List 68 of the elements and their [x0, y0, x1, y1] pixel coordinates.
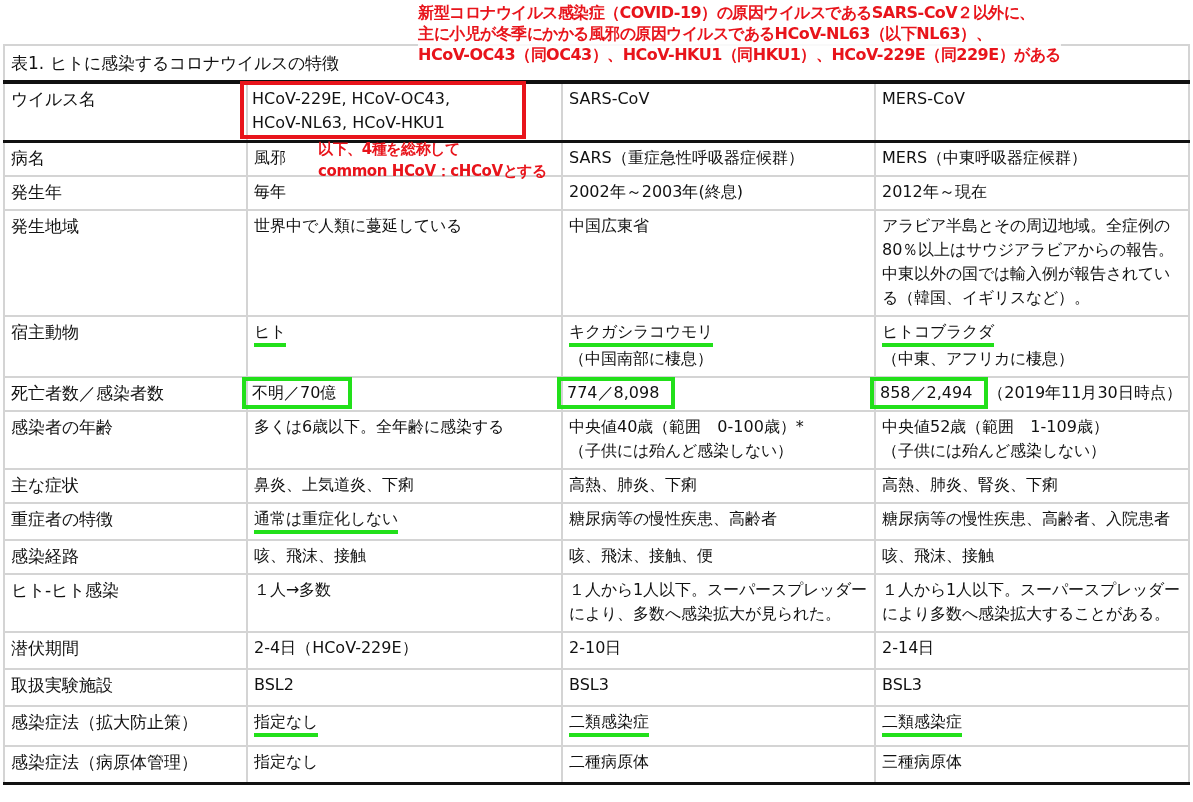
table-cell-text: BSL3	[882, 674, 922, 696]
table-cell-text: １人から1人以下。スーパースプレッダーにより多数へ感染拡大することがある。	[882, 579, 1182, 625]
table-caption: 表1. ヒトに感染するコロナウイルスの特徴	[11, 53, 339, 73]
row-header: 感染症法（拡大防止策）	[11, 712, 198, 732]
table-cell-text: 2-10日	[569, 637, 622, 659]
table-cell-text: 二種病原体	[569, 751, 649, 773]
table-cell-text: MERS（中東呼吸器症候群）	[882, 147, 1088, 169]
row-header: ヒト-ヒト感染	[11, 580, 120, 600]
boxed-text: 774／8,098	[557, 377, 676, 409]
table-cell-text: 指定なし	[254, 751, 318, 773]
table-cell-text: １人から1人以下。スーパースプレッダーにより、多数へ感染拡大が見られた。	[569, 579, 868, 625]
table-cell-text: 2-14日	[882, 637, 935, 659]
table-cell-text: BSL3	[569, 674, 609, 696]
table-cell-text: 毎年	[254, 181, 286, 203]
underlined-text: 二類感染症	[569, 711, 649, 737]
annotation-note: 新型コロナウイルス感染症（COVID-19）の原因ウイルスであるSARS-CoV２以外に、 主に小児が冬季にかかる風邪の原因ウイルスであるHCoV-NL63（以下NL63）、 HCoV-OC43（同OC43）、HCoV-HKU1（同HKU1）、HCoV-229E（同229E）がある	[418, 2, 1061, 65]
row-header: 宿主動物	[11, 322, 79, 342]
table-cell-text: 2012年～現在	[882, 181, 987, 203]
underlined-text: 二類感染症	[882, 711, 962, 737]
table-cell-text: 世界中で人類に蔓延している	[254, 215, 462, 237]
row-header: 感染者の年齢	[11, 417, 113, 437]
table-cell-text: 糖尿病等の慢性疾患、高齢者	[569, 508, 777, 530]
annotation-note: 以下、4種を総称して common HCoV：cHCoVとする	[318, 139, 547, 182]
table-cell-text: 咳、飛沫、接触	[882, 545, 994, 567]
row-header: 発生年	[11, 182, 62, 202]
table-cell-text: （中東、アフリカに棲息）	[882, 348, 1075, 370]
table-cell-text: 中央値40歳（範囲 0-100歳）*	[569, 416, 804, 438]
table-cell-text: 咳、飛沫、接触、便	[569, 545, 713, 567]
boxed-text: 不明／70億	[242, 377, 353, 409]
underlined-text: ヒトコブラクダ	[882, 321, 994, 347]
boxed-text: 858／2,494	[870, 377, 989, 409]
row-header: 病名	[11, 148, 45, 168]
row-header: 主な症状	[11, 475, 79, 495]
table-cell: （2019年11月30日時点）	[988, 383, 1182, 402]
table-cell-text: 中国広東省	[569, 215, 649, 237]
row-header: 取扱実験施設	[11, 675, 113, 695]
row-header: 死亡者数／感染者数	[11, 383, 164, 403]
table-cell-text: 2-4日（HCoV-229E）	[254, 637, 418, 659]
table-cell-text: 中央値52歳（範囲 1-109歳）	[882, 416, 1109, 438]
underlined-text: キクガシラコウモリ	[569, 321, 713, 347]
table-cell-text: 高熱、肺炎、下痢	[569, 474, 697, 496]
table-cell-text: 2002年～2003年(終息)	[569, 181, 743, 203]
row-header: 潜伏期間	[11, 638, 79, 658]
column-header: SARS-CoV	[569, 88, 650, 110]
underlined-text: ヒト	[254, 321, 286, 347]
row-header: 発生地域	[11, 216, 79, 236]
table-cell-text: （中国南部に棲息）	[569, 348, 714, 370]
table-cell-text: 風邪	[254, 147, 286, 169]
column-header: HCoV-229E, HCoV-OC43, HCoV-NL63, HCoV-HKU1	[240, 81, 526, 139]
underlined-text: 指定なし	[254, 711, 318, 737]
table-cell-text: SARS（重症急性呼吸器症候群）	[569, 147, 804, 169]
table-cell-text: アラビア半島とその周辺地域。全症例の80％以上はサウジアラビアからの報告。中東以外の国では輸入例が報告されている（韓国、イギリスなど）。	[882, 215, 1176, 309]
row-header: 重症者の特徴	[11, 509, 113, 529]
column-header: MERS-CoV	[882, 88, 965, 110]
table-cell-text: （子供には殆んど感染しない）	[569, 440, 794, 462]
table-cell-text: １人→多数	[254, 579, 332, 601]
table-cell-text: 咳、飛沫、接触	[254, 545, 366, 567]
table-cell-text: BSL2	[254, 674, 294, 696]
table-cell-text: 糖尿病等の慢性疾患、高齢者、入院患者	[882, 508, 1170, 530]
row-header: ウイルス名	[11, 89, 96, 109]
table-cell-text: 鼻炎、上気道炎、下痢	[254, 474, 414, 496]
table-cell-text: 三種病原体	[882, 751, 962, 773]
row-header: 感染症法（病原体管理）	[11, 752, 198, 772]
table-cell-text: 高熱、肺炎、腎炎、下痢	[882, 474, 1058, 496]
row-header: 感染経路	[11, 546, 79, 566]
table-cell-text: （子供には殆んど感染しない）	[882, 440, 1107, 462]
table-cell-text: 多くは6歳以下。全年齢に感染する	[254, 416, 505, 438]
underlined-text: 通常は重症化しない	[254, 508, 398, 534]
